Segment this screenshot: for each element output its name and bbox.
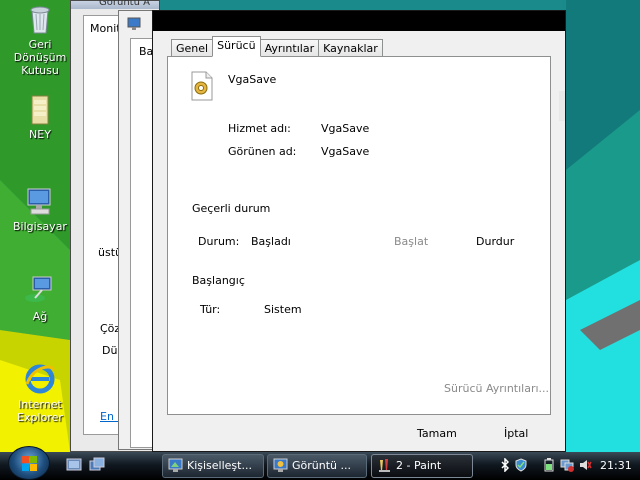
status-label: Durum: bbox=[198, 235, 240, 248]
desktop-icon-ney[interactable]: NEY bbox=[2, 92, 78, 141]
desktop-icon-network[interactable]: Ağ bbox=[2, 274, 78, 323]
monitor-icon bbox=[127, 17, 141, 30]
computer-icon bbox=[27, 188, 51, 215]
start-button[interactable]: Başlat bbox=[394, 235, 428, 248]
start-button[interactable] bbox=[8, 446, 50, 480]
status-value: Başladı bbox=[251, 235, 291, 248]
cancel-button[interactable]: İptal bbox=[504, 427, 528, 440]
desktop-icon-internet-explorer[interactable]: Internet Explorer bbox=[2, 362, 78, 424]
battery-icon[interactable] bbox=[542, 458, 556, 472]
ok-button[interactable]: Tamam bbox=[417, 427, 457, 440]
driver-properties-dialog: Genel Sürücü Ayrıntılar Kaynaklar VgaSav… bbox=[152, 10, 566, 452]
window-titlebar[interactable]: Görüntü A bbox=[71, 0, 159, 9]
taskbar-button-personalize[interactable]: Kişiselleşt... bbox=[162, 454, 264, 478]
service-name-label: Hizmet adı: bbox=[228, 122, 291, 135]
type-value: Sistem bbox=[264, 303, 302, 316]
folder-icon bbox=[31, 95, 49, 125]
taskbar-button-display[interactable]: Görüntü ... bbox=[267, 454, 367, 478]
tab-driver[interactable]: Sürücü bbox=[212, 36, 261, 57]
taskbar-button-label: Görüntü ... bbox=[292, 459, 351, 472]
service-title: VgaSave bbox=[228, 73, 277, 86]
bluetooth-icon[interactable] bbox=[498, 458, 512, 472]
taskbar-clock[interactable]: 21:31 bbox=[600, 459, 632, 472]
driver-tab-panel: VgaSave Hizmet adı: VgaSave Görünen ad: … bbox=[167, 56, 551, 415]
startup-heading: Başlangıç bbox=[192, 274, 245, 287]
personalize-icon bbox=[168, 458, 183, 472]
paint-icon bbox=[379, 459, 390, 472]
tab-details[interactable]: Ayrıntılar bbox=[259, 39, 320, 57]
tab-strip: Genel Sürücü Ayrıntılar Kaynaklar bbox=[171, 36, 383, 57]
security-shield-icon[interactable] bbox=[514, 458, 528, 472]
display-name-label: Görünen ad: bbox=[228, 145, 297, 158]
desktop-icon-computer[interactable]: Bilgisayar bbox=[2, 184, 78, 233]
stop-button[interactable]: Durdur bbox=[476, 235, 514, 248]
display-icon bbox=[273, 458, 288, 472]
desktop-icon-label: NEY bbox=[29, 128, 51, 141]
tab-resources[interactable]: Kaynaklar bbox=[318, 39, 383, 57]
desktop-icon-label: Geri Dönüşüm Kutusu bbox=[13, 38, 67, 77]
taskbar-button-label: 2 - Paint bbox=[396, 459, 442, 472]
desktop-icon-label: Ağ bbox=[32, 310, 48, 323]
switch-windows-icon[interactable] bbox=[89, 457, 105, 473]
window-title: Görüntü A bbox=[99, 0, 150, 8]
internet-explorer-icon bbox=[25, 364, 55, 394]
desktop-icon-label: Bilgisayar bbox=[13, 220, 67, 233]
taskbar-button-paint[interactable]: 2 - Paint bbox=[371, 454, 473, 478]
dialog-titlebar[interactable] bbox=[153, 11, 565, 31]
desktop-icon-label: Internet Explorer bbox=[17, 398, 63, 424]
current-status-heading: Geçerli durum bbox=[192, 202, 271, 215]
tab-general[interactable]: Genel bbox=[171, 39, 214, 57]
service-name-value: VgaSave bbox=[321, 122, 370, 135]
type-label: Tür: bbox=[200, 303, 221, 316]
recycle-bin-icon bbox=[30, 6, 50, 34]
taskbar-button-label: Kişiselleşt... bbox=[187, 459, 252, 472]
windows-logo-icon bbox=[22, 456, 37, 471]
network-icon bbox=[25, 276, 52, 302]
driver-details-button[interactable]: Sürücü Ayrıntıları... bbox=[444, 382, 549, 395]
show-desktop-icon[interactable] bbox=[66, 457, 82, 473]
network-status-icon[interactable] bbox=[560, 458, 574, 472]
scrollbar[interactable] bbox=[559, 91, 565, 121]
service-gear-icon bbox=[191, 71, 213, 101]
display-name-value: VgaSave bbox=[321, 145, 370, 158]
desktop-icon-recycle-bin[interactable]: Geri Dönüşüm Kutusu bbox=[2, 2, 78, 77]
volume-icon[interactable] bbox=[578, 458, 592, 472]
